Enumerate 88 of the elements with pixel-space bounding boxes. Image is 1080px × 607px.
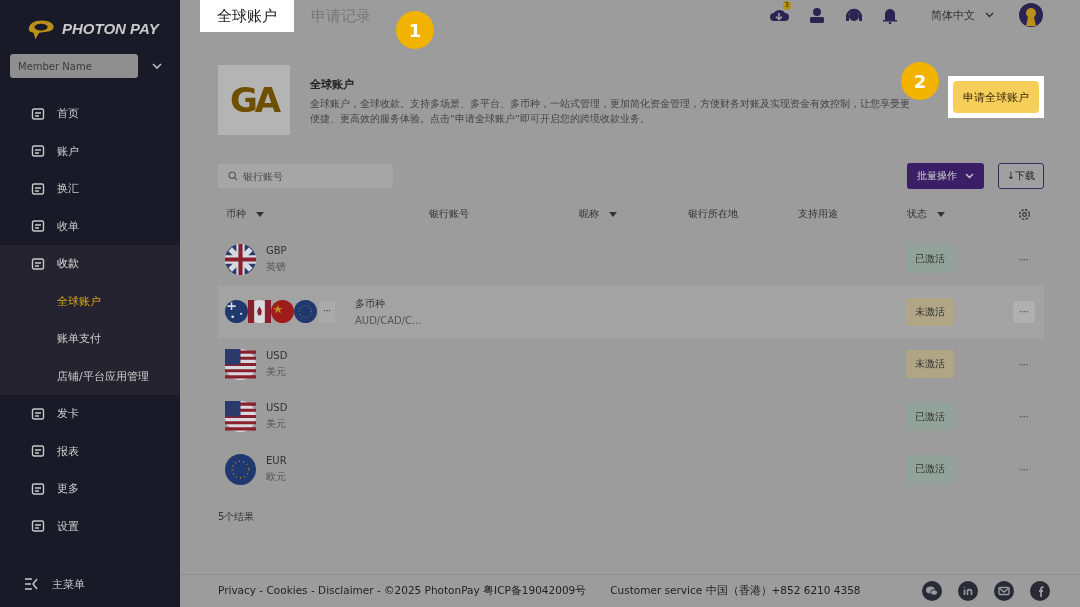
member-name-field[interactable]: Member Name [10, 54, 138, 78]
stars-stripes-flag-icon [225, 348, 256, 380]
currency-name: AUD/CAD/C... [355, 315, 422, 327]
currency-name: 英镑 [266, 259, 287, 274]
language-selector[interactable]: 简体中文 [931, 7, 994, 23]
menu-icon [31, 106, 45, 121]
star-circle-flag-icon [225, 453, 256, 485]
apply-account-button[interactable]: 申请全球账户 [953, 81, 1039, 113]
stars-stripes-flag-icon [225, 401, 256, 433]
nav-subitem[interactable]: 账单支付 [0, 320, 180, 358]
table-row[interactable]: ··· 多币种 AUD/CAD/C... 未激活 ··· [218, 285, 1044, 338]
menu-icon [31, 519, 45, 534]
download-button[interactable]: ↓下载 [997, 163, 1044, 189]
intro-title: 全球账户 [310, 77, 355, 92]
nav-item[interactable]: 更多 [0, 470, 180, 508]
more-actions-button[interactable]: ··· [1013, 248, 1035, 271]
avatar-icon[interactable] [1018, 2, 1044, 28]
nav-item[interactable]: 换汇 [0, 170, 180, 208]
union-flag-icon [225, 243, 256, 275]
footer-links: Privacy - Cookies - Disclaimer - ©2025 PhotonPay 粤ICP备19042009号 [218, 584, 587, 598]
menu-icon [31, 219, 45, 234]
chevron-down-icon [985, 12, 994, 18]
status-tag: 未激活 [906, 297, 954, 326]
table-row[interactable]: EUR 欧元 已激活 ··· [218, 443, 1044, 496]
status-tag: 未激活 [906, 350, 954, 379]
chevron-down-icon[interactable] [152, 62, 162, 70]
more-actions-button[interactable]: ··· [1013, 405, 1035, 428]
bell-icon[interactable] [883, 6, 897, 24]
currency-code: 多币种 [355, 297, 386, 312]
result-count: 5个结果 [218, 509, 256, 524]
linkedin-icon[interactable] [958, 581, 978, 601]
headset-icon[interactable] [845, 6, 863, 24]
user-icon[interactable] [809, 6, 825, 24]
column-header[interactable]: 支持用途 [798, 207, 907, 221]
currency-code: EUR [266, 454, 287, 466]
search-field[interactable]: 银行账号 [218, 164, 393, 188]
table-row[interactable]: GBP 英镑 已激活 ··· [218, 233, 1044, 286]
status-tag: 已激活 [906, 455, 954, 484]
nav-item[interactable]: 收款 [0, 245, 180, 283]
step-callout: 1 [396, 11, 434, 49]
column-header[interactable]: 昵称 [579, 207, 688, 221]
column-header[interactable]: 币种 [226, 207, 429, 221]
tab[interactable]: 全球账户 [200, 0, 294, 32]
facebook-icon[interactable] [1030, 581, 1050, 601]
cloud-download-icon[interactable] [769, 7, 789, 23]
more-actions-button[interactable]: ··· [1013, 353, 1035, 376]
batch-actions-button[interactable]: 批量操作 [906, 163, 984, 189]
currency-code: USD [266, 349, 288, 361]
nav-item[interactable]: 设置 [0, 507, 180, 545]
column-header[interactable]: 银行所在地 [688, 207, 798, 221]
menu-icon [31, 256, 45, 271]
menu-icon [31, 181, 45, 196]
southern-cross-flag-icon [225, 300, 248, 324]
mail-icon[interactable] [994, 581, 1014, 601]
global-account-logo: GA [218, 65, 290, 135]
nav-item[interactable]: 报表 [0, 432, 180, 470]
column-header[interactable]: 银行账号 [429, 207, 579, 221]
more-actions-button[interactable]: ··· [1013, 300, 1035, 323]
chat-bubbles-icon[interactable] [922, 581, 942, 601]
nav-item[interactable]: 首页 [0, 95, 180, 133]
settings-icon[interactable] [1018, 207, 1031, 221]
star-flag-icon [271, 300, 294, 324]
nav-subitem[interactable]: 全球账户 [0, 282, 180, 320]
maple-leaf-flag-icon [248, 300, 271, 324]
main-menu-label: 主菜单 [52, 576, 85, 592]
nav-item[interactable]: 账户 [0, 132, 180, 170]
chevron-down-icon [964, 173, 974, 179]
menu-icon [31, 444, 45, 459]
collapse-menu-icon [24, 578, 38, 590]
nav-item[interactable]: 发卡 [0, 395, 180, 433]
status-tag: 已激活 [906, 402, 954, 431]
nav-item[interactable]: 收单 [0, 207, 180, 245]
status-tag: 已激活 [906, 245, 954, 274]
star-circle-flag-icon [294, 300, 317, 324]
menu-icon [31, 481, 45, 496]
customer-service-info: Customer service 中国（香港）+852 6210 4358 [610, 584, 861, 598]
more-currencies-chip[interactable]: ··· [319, 300, 335, 323]
currency-code: USD [266, 402, 288, 414]
step-callout: 2 [901, 62, 939, 100]
nav-subitem[interactable]: 店铺/平台应用管理 [0, 357, 180, 395]
currency-code: GBP [266, 244, 287, 256]
menu-icon [31, 406, 45, 421]
brand-name: PHOTON PAY [62, 20, 159, 37]
search-icon [228, 171, 238, 181]
column-header[interactable]: 状态 [907, 207, 1007, 221]
more-actions-button[interactable]: ··· [1013, 458, 1035, 481]
menu-icon [31, 144, 45, 159]
currency-name: 欧元 [266, 469, 287, 484]
